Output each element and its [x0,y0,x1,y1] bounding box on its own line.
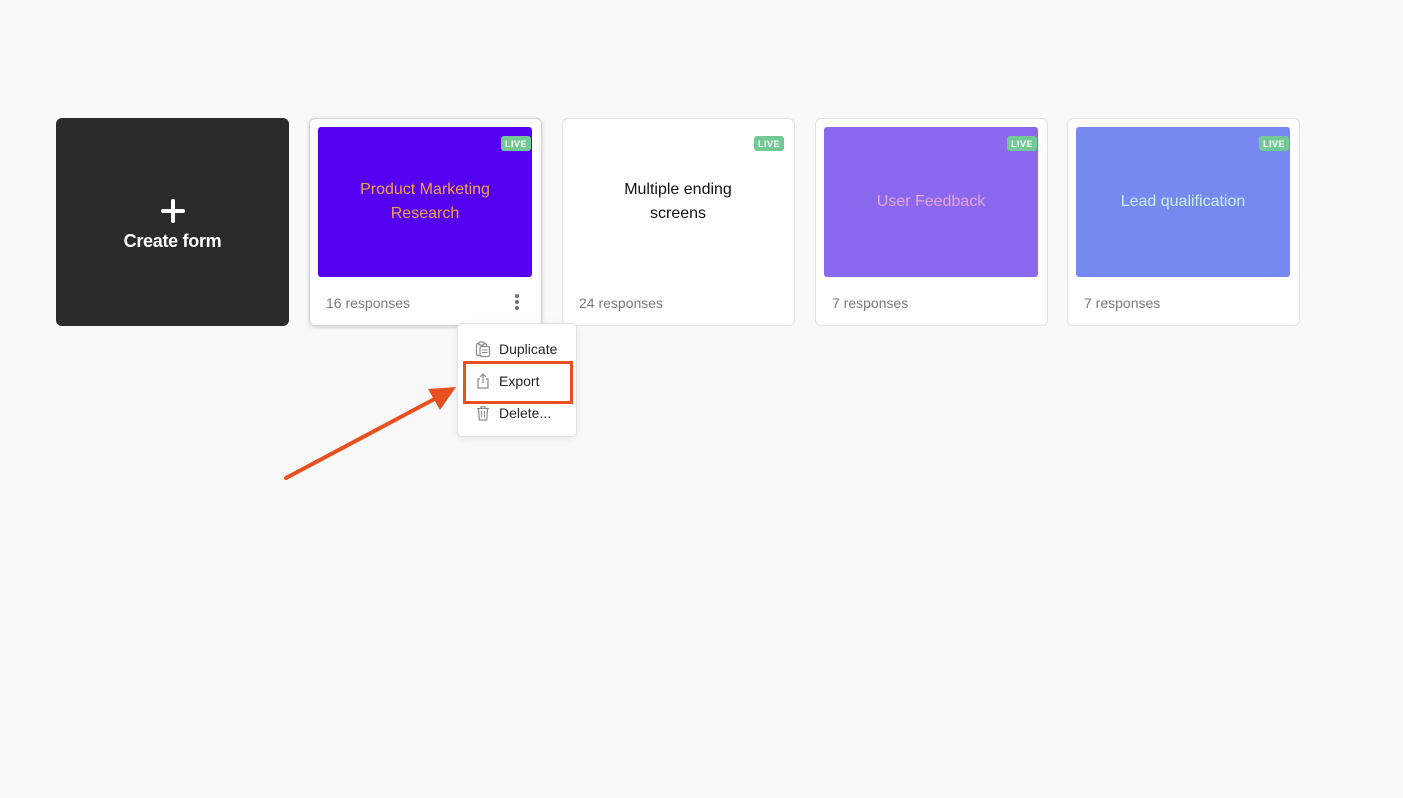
form-title: User Feedback [876,193,986,210]
menu-item-label: Duplicate [499,341,558,357]
form-title: Lead qualification [1120,193,1246,210]
menu-item-duplicate[interactable]: Duplicate [458,334,576,364]
more-options-icon[interactable] [509,292,525,312]
menu-item-delete[interactable]: Delete... [458,398,576,428]
form-thumbnail: Lead qualification [1076,127,1290,277]
form-title: Product Marketing Research [360,181,490,222]
create-form-label: Create form [123,230,222,251]
form-context-menu: Duplicate Export Delete... [457,323,577,437]
plus-icon [159,197,187,225]
form-card[interactable]: Product Marketing Research LIVE 16 respo… [309,118,542,326]
live-badge: LIVE [1006,136,1037,151]
responses-count: 16 responses [326,295,411,311]
form-thumbnail: Product Marketing Research [318,127,532,277]
forms-dashboard: Create form Product Marketing Research L… [0,0,1403,798]
responses-count: 7 responses [1084,295,1161,311]
form-title: Multiple ending screens [624,181,732,222]
menu-item-label: Delete... [499,405,552,421]
create-form-button[interactable]: Create form [56,118,289,326]
live-badge: LIVE [500,136,531,151]
export-icon [473,371,493,391]
menu-item-export[interactable]: Export [458,366,576,396]
responses-count: 7 responses [832,295,909,311]
form-card[interactable]: User Feedback LIVE 7 responses [815,118,1048,326]
menu-item-label: Export [499,373,540,389]
responses-count: 24 responses [579,295,664,311]
trash-icon [473,403,493,423]
form-card[interactable]: Multiple ending screens LIVE 24 response… [562,118,795,326]
live-badge: LIVE [753,136,784,151]
form-thumbnail: User Feedback [824,127,1038,277]
live-badge: LIVE [1258,136,1289,151]
annotation-arrow-icon [284,387,456,480]
form-card[interactable]: Lead qualification LIVE 7 responses [1067,118,1300,326]
duplicate-icon [473,339,493,359]
form-thumbnail: Multiple ending screens [571,127,785,277]
